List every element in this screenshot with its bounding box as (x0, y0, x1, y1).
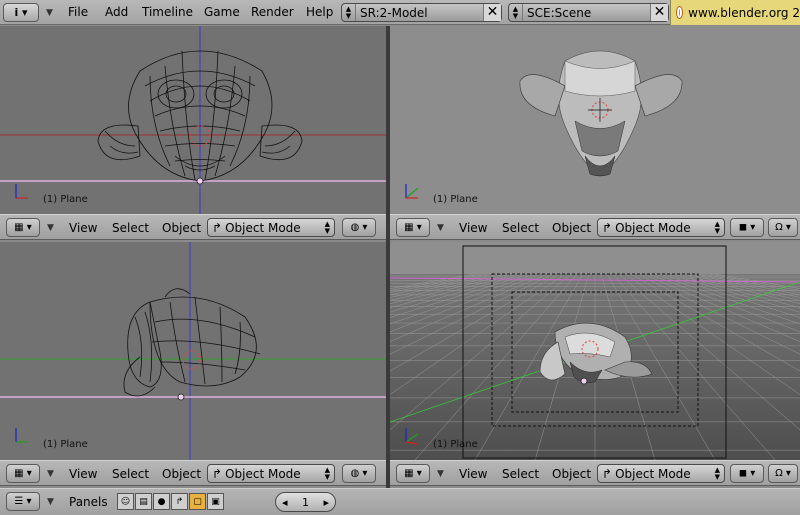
collapse-menu-icon[interactable]: ▼ (47, 223, 54, 233)
menu-panels[interactable]: Panels (69, 495, 108, 509)
axis-gizmo (405, 184, 419, 199)
camera-view-canvas (405, 50, 683, 199)
side-view-canvas (0, 242, 386, 460)
object-mode-label: Object Mode (615, 220, 691, 235)
mode-arrows-icon: ▲ ▼ (714, 466, 720, 481)
object-mode-select[interactable]: ↱ Object Mode ▲ ▼ (597, 464, 725, 483)
axis-gizmo (15, 184, 28, 199)
object-mode-icon: ↱ (602, 466, 613, 481)
menu-view[interactable]: View (459, 221, 487, 235)
shading-icon[interactable]: ◼ ▾ (730, 218, 764, 237)
axis-gizmo (15, 428, 28, 443)
menu-view[interactable]: View (69, 467, 97, 481)
screen-selector[interactable]: ▲ ▼ SR:2-Model ✕ (341, 3, 502, 22)
collapse-menu-icon[interactable]: ▼ (437, 223, 444, 233)
frame-increment-icon[interactable]: ▸ (323, 496, 329, 509)
object-mode-icon: ↱ (602, 220, 613, 235)
info-icon[interactable]: i ▾ (3, 3, 39, 22)
collapse-menu-icon[interactable]: ▼ (437, 469, 444, 479)
viewport-side-header: ▦ ▾ ▼ View Select Object ↱ Object Mode ▲… (0, 460, 386, 486)
monkey-solid-camera (519, 50, 683, 177)
collapse-menu-icon[interactable]: ▼ (46, 8, 53, 18)
menu-object[interactable]: Object (162, 221, 201, 235)
menu-view[interactable]: View (459, 467, 487, 481)
collapse-menu-icon[interactable]: ▼ (47, 497, 54, 507)
object-mode-label: Object Mode (615, 466, 691, 481)
viewport-front[interactable]: (1) Plane (0, 26, 386, 214)
script-context-icon[interactable]: ▤ (135, 493, 152, 510)
draw-type-icon[interactable]: ◍ ▾ (342, 464, 376, 483)
viewport-side[interactable]: (1) Plane (0, 242, 386, 460)
blender-url-badge: www.blender.org 2 (670, 0, 800, 25)
top-menu-bar: i ▾ ▼ File Add Timeline Game Render Help… (0, 0, 800, 25)
menu-object[interactable]: Object (552, 221, 591, 235)
object-mode-select[interactable]: ↱ Object Mode ▲ ▼ (597, 218, 725, 237)
grid-view-icon[interactable]: ▦ ▾ (396, 218, 430, 237)
object-mode-label: Object Mode (225, 466, 301, 481)
collapse-menu-icon[interactable]: ▼ (47, 469, 54, 479)
shading-icon[interactable]: ◼ ▾ (730, 464, 764, 483)
pivot-icon[interactable]: Ω ▾ (768, 464, 798, 483)
menu-timeline[interactable]: Timeline (142, 5, 193, 19)
perspective-view-canvas (390, 242, 800, 460)
object-mode-icon: ↱ (212, 466, 223, 481)
menu-select[interactable]: Select (112, 467, 149, 481)
grid-view-icon[interactable]: ▦ ▾ (6, 464, 40, 483)
vertical-split[interactable] (386, 26, 390, 488)
shading-context-icon[interactable]: ● (153, 493, 170, 510)
scene-name[interactable]: SCE:Scene (523, 6, 650, 20)
viewport-camera-label: (1) Plane (433, 194, 478, 205)
frame-number-field[interactable]: ◂ 1 ▸ (275, 492, 336, 512)
menu-view[interactable]: View (69, 221, 97, 235)
logic-context-icon[interactable]: ☺ (117, 493, 134, 510)
grid-view-icon[interactable]: ▦ ▾ (6, 218, 40, 237)
viewport-persp-header: ▦ ▾ ▼ View Select Object ↱ Object Mode ▲… (390, 460, 800, 486)
screen-browse-icon[interactable]: ▲ ▼ (342, 4, 356, 21)
front-view-canvas (0, 26, 386, 214)
menu-render[interactable]: Render (251, 5, 294, 19)
blender-url: www.blender.org 2 (688, 5, 800, 20)
scene-close-icon[interactable]: ✕ (650, 4, 668, 21)
mode-arrows-icon: ▲ ▼ (324, 466, 330, 481)
editing-context-icon[interactable]: ▢ (189, 493, 206, 510)
object-mode-label: Object Mode (225, 220, 301, 235)
screen-close-icon[interactable]: ✕ (483, 4, 501, 21)
grid-view-icon[interactable]: ▦ ▾ (396, 464, 430, 483)
viewport-front-header: ▦ ▾ ▼ View Select Object ↱ Object Mode ▲… (0, 214, 386, 240)
buttons-window-header: ☰ ▾ ▼ Panels ☺ ▤ ● ↱ ▢ ▣ ◂ 1 ▸ (0, 488, 800, 515)
menu-select[interactable]: Select (112, 221, 149, 235)
scene-context-icon[interactable]: ▣ (207, 493, 224, 510)
frame-number[interactable]: 1 (302, 496, 309, 509)
object-context-icon[interactable]: ↱ (171, 493, 188, 510)
pivot-icon[interactable]: Ω ▾ (768, 218, 798, 237)
draw-type-icon[interactable]: ◍ ▾ (342, 218, 376, 237)
mode-arrows-icon: ▲ ▼ (324, 220, 330, 235)
viewport-camera-header: ▦ ▾ ▼ View Select Object ↱ Object Mode ▲… (390, 214, 800, 240)
mode-arrows-icon: ▲ ▼ (714, 220, 720, 235)
frame-decrement-icon[interactable]: ◂ (282, 496, 288, 509)
menu-select[interactable]: Select (502, 221, 539, 235)
monkey-wireframe-side (123, 288, 261, 397)
menu-object[interactable]: Object (162, 467, 201, 481)
object-mode-select[interactable]: ↱ Object Mode ▲ ▼ (207, 464, 335, 483)
screen-name[interactable]: SR:2-Model (356, 6, 483, 20)
menu-help[interactable]: Help (306, 5, 333, 19)
scene-selector[interactable]: ▲ ▼ SCE:Scene ✕ (508, 3, 669, 22)
menu-add[interactable]: Add (105, 5, 128, 19)
menu-object[interactable]: Object (552, 467, 591, 481)
viewport-perspective[interactable]: (1) Plane (390, 242, 800, 460)
viewport-side-label: (1) Plane (43, 439, 88, 450)
viewport-persp-label: (1) Plane (433, 439, 478, 450)
viewport-front-label: (1) Plane (43, 194, 88, 205)
object-mode-icon: ↱ (212, 220, 223, 235)
blender-logo-icon (677, 7, 683, 18)
menu-game[interactable]: Game (204, 5, 240, 19)
viewport-camera[interactable]: (1) Plane (390, 26, 800, 214)
menu-select[interactable]: Select (502, 467, 539, 481)
menu-file[interactable]: File (68, 5, 88, 19)
scene-browse-icon[interactable]: ▲ ▼ (509, 4, 523, 21)
buttons-window-icon[interactable]: ☰ ▾ (6, 492, 40, 511)
object-mode-select[interactable]: ↱ Object Mode ▲ ▼ (207, 218, 335, 237)
